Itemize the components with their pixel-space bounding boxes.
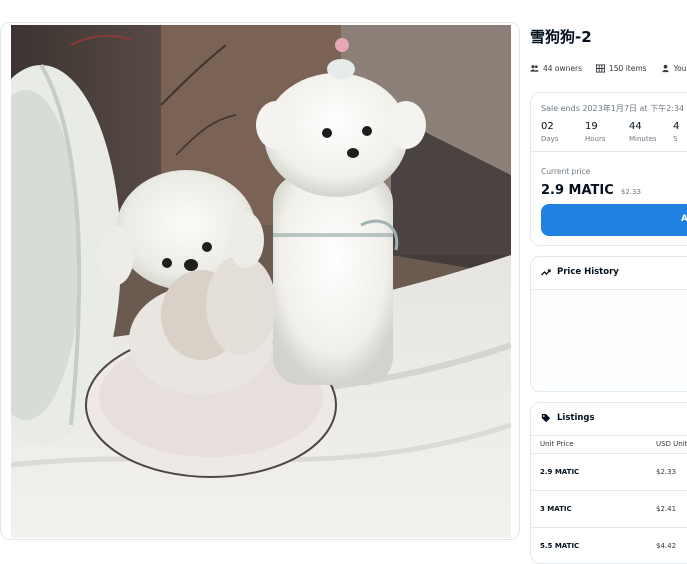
people-icon	[530, 65, 539, 72]
tag-icon	[541, 414, 551, 423]
listing-row[interactable]: 3 MATIC $2.41	[531, 490, 687, 527]
current-price: 2.9 MATIC $2.33	[541, 179, 641, 198]
items-stat[interactable]: 150 items	[596, 64, 647, 73]
timer-value: 4	[673, 121, 680, 132]
listing-usd: $4.42	[656, 542, 677, 550]
item-title: 雪狗狗-2	[530, 28, 592, 46]
item-stats: 44 owners 150 items You o	[530, 64, 687, 73]
column-usd-unit: USD Unit	[656, 440, 687, 448]
trending-up-icon	[541, 269, 551, 276]
top-bar	[0, 0, 687, 22]
price-history-header[interactable]: Price History	[541, 267, 619, 277]
you-own-label: You o	[673, 64, 687, 73]
price-history-title: Price History	[557, 267, 619, 277]
listing-usd: $2.41	[656, 505, 677, 513]
person-icon	[661, 64, 669, 73]
owners-count: 44 owners	[543, 64, 583, 73]
listings-header[interactable]: Listings	[541, 413, 595, 423]
you-stat[interactable]: You o	[661, 64, 687, 73]
column-unit-price: Unit Price	[540, 440, 574, 448]
price-history-body	[531, 290, 687, 391]
listing-row[interactable]: 5.5 MATIC $4.42	[531, 527, 687, 563]
buy-button-label: A	[681, 214, 687, 224]
items-count: 150 items	[609, 64, 647, 73]
sale-card: Sale ends 2023年1月7日 at 下午2:34 GMT 02 Day…	[530, 92, 687, 246]
timer-hours: 19 Hours	[585, 121, 629, 143]
price-crypto: 2.9 MATIC	[541, 183, 614, 198]
divider	[531, 435, 687, 436]
price-history-panel: Price History	[530, 256, 687, 392]
current-price-label: Current price	[541, 167, 591, 176]
listing-price: 5.5 MATIC	[540, 542, 580, 550]
buy-now-button[interactable]: A	[541, 204, 687, 236]
grid-icon	[596, 64, 606, 73]
timer-value: 02	[541, 121, 554, 132]
timer-days: 02 Days	[541, 121, 585, 143]
timer-minutes: 44 Minutes	[629, 121, 673, 143]
listing-price: 2.9 MATIC	[540, 468, 580, 476]
sale-ends-text: Sale ends 2023年1月7日 at 下午2:34 GMT	[541, 104, 687, 113]
listings-panel: Listings Unit Price USD Unit 2.9 MATIC $…	[530, 402, 687, 564]
price-usd: $2.33	[620, 188, 641, 196]
timer-seconds: 4 S	[673, 121, 687, 143]
timer-value: 44	[629, 121, 642, 132]
countdown-timer: 02 Days 19 Hours 44 Minutes 4 S	[541, 121, 687, 143]
owners-stat[interactable]: 44 owners	[530, 64, 582, 73]
timer-label: S	[673, 135, 678, 143]
listing-price: 3 MATIC	[540, 505, 572, 513]
media-card	[0, 22, 520, 540]
timer-label: Minutes	[629, 135, 657, 143]
painting-image[interactable]	[11, 25, 511, 538]
listing-usd: $2.33	[656, 468, 677, 476]
listings-title: Listings	[557, 413, 595, 423]
timer-label: Days	[541, 135, 559, 143]
divider	[531, 151, 687, 152]
listing-row[interactable]: 2.9 MATIC $2.33	[531, 453, 687, 490]
timer-label: Hours	[585, 135, 606, 143]
timer-value: 19	[585, 121, 598, 132]
